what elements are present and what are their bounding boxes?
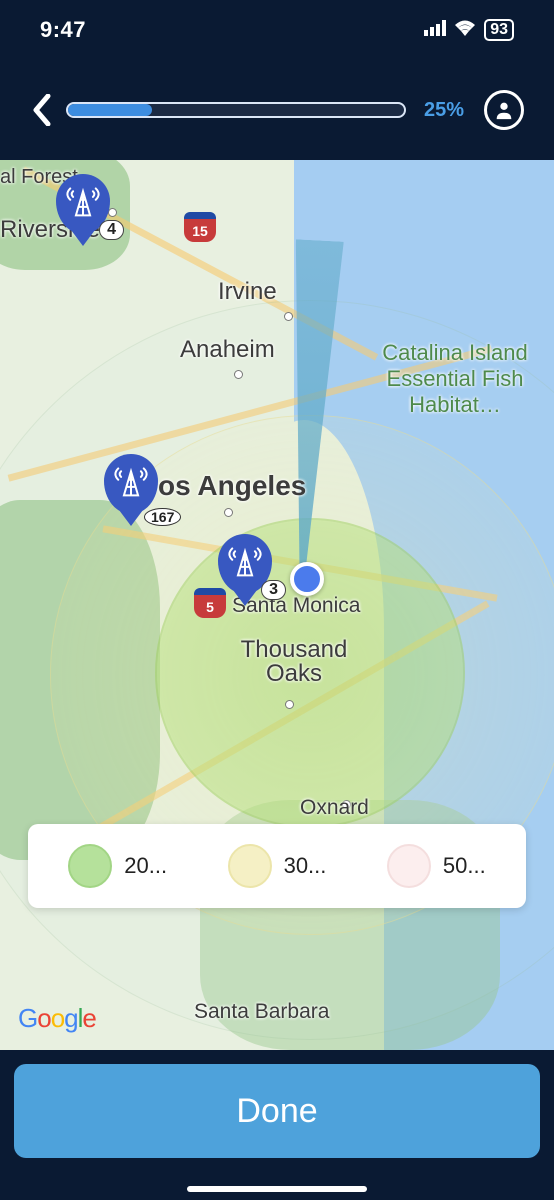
label-los-angeles: os Angeles [158,470,306,502]
wifi-icon [454,19,476,42]
progress-bar [66,102,406,118]
legend-label: 30... [284,853,327,879]
app-header: 25% [0,60,554,160]
label-anaheim: Anaheim [180,336,275,364]
done-button[interactable]: Done [14,1064,540,1158]
progress-percent-label: 25% [424,99,464,122]
map-canvas[interactable]: al Forest Riverside Irvine Anaheim Catal… [0,160,554,1050]
battery-indicator: 93 [484,19,514,41]
tower-pin-santa-monica[interactable]: 3 [218,534,272,594]
label-irvine: Irvine [218,278,277,306]
legend-label: 20... [124,853,167,879]
user-location-dot [290,562,324,596]
legend-item-green[interactable]: 20... [68,844,167,888]
legend-swatch-pink [387,844,431,888]
label-oxnard: Oxnard [300,796,369,820]
cellular-icon [424,19,446,42]
done-label: Done [236,1092,317,1131]
label-santa-barbara: Santa Barbara [194,1000,329,1024]
legend-swatch-green [68,844,112,888]
legend-item-pink[interactable]: 50... [387,844,486,888]
profile-button[interactable] [484,90,524,130]
pin-badge: 3 [261,580,286,600]
google-attribution: Google [18,1003,96,1034]
status-icons: 93 [424,19,514,42]
label-thousand-oaks: Thousand Oaks [224,638,364,686]
status-time: 9:47 [40,17,86,43]
pin-badge: 4 [99,220,124,240]
shield-i15: 15 [184,212,216,242]
progress-fill [68,104,152,116]
tower-pin-los-angeles[interactable] [104,454,158,514]
home-indicator[interactable] [187,1186,367,1192]
legend-label: 50... [443,853,486,879]
back-button[interactable] [30,94,52,126]
legend-card: 20... 30... 50... [28,824,526,908]
label-catalina: Catalina Island Essential Fish Habitat… [360,340,550,418]
tower-pin-riverside[interactable]: 4 [56,174,110,234]
legend-swatch-yellow [228,844,272,888]
legend-item-yellow[interactable]: 30... [228,844,327,888]
status-bar: 9:47 93 [0,0,554,60]
